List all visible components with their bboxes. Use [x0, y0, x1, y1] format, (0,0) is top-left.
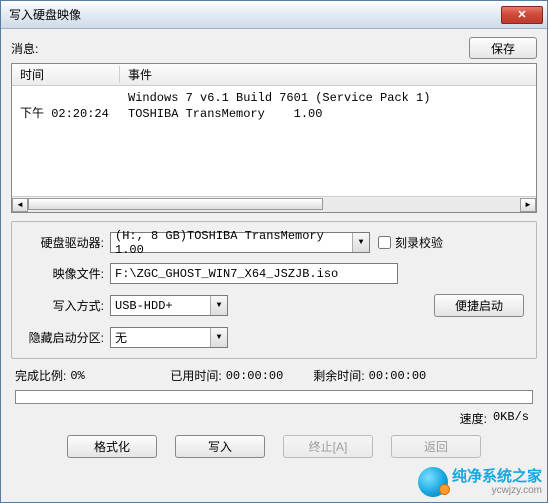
speed-row: 速度: 0KB/s [11, 408, 537, 435]
save-button[interactable]: 保存 [469, 37, 537, 59]
drive-value: (H:, 8 GB)TOSHIBA TransMemory 1.00 [115, 229, 351, 257]
hidden-combo[interactable]: 无 ▼ [110, 327, 228, 348]
log-body: Windows 7 v6.1 Build 7601 (Service Pack … [12, 86, 536, 196]
scroll-thumb[interactable] [28, 198, 323, 210]
image-row: 映像文件: F:\ZGC_GHOST_WIN7_X64_JSZJB.iso [24, 263, 524, 284]
hidden-row: 隐藏启动分区: 无 ▼ [24, 327, 524, 348]
method-combo[interactable]: USB-HDD+ ▼ [110, 295, 228, 316]
speed-value: 0KB/s [493, 410, 529, 427]
close-icon: ✕ [517, 8, 526, 21]
dialog-window: 写入硬盘映像 ✕ 消息: 保存 时间 事件 Windows 7 v6.1 Bui… [0, 0, 548, 503]
horizontal-scrollbar[interactable]: ◄ ► [12, 196, 536, 212]
info-row: 消息: 保存 [11, 37, 537, 59]
percent-value: 0% [70, 369, 140, 383]
method-label: 写入方式: [24, 297, 110, 314]
scroll-left-icon[interactable]: ◄ [12, 198, 28, 212]
progress-bar [15, 390, 533, 404]
col-header-event[interactable]: 事件 [120, 66, 536, 83]
info-label: 消息: [11, 40, 469, 57]
back-button: 返回 [391, 435, 481, 458]
remain-value: 00:00:00 [369, 369, 427, 383]
drive-row: 硬盘驱动器: (H:, 8 GB)TOSHIBA TransMemory 1.0… [24, 232, 524, 253]
abort-button: 终止[A] [283, 435, 373, 458]
verify-checkbox[interactable]: 刻录校验 [378, 234, 464, 251]
log-header: 时间 事件 [12, 64, 536, 86]
format-button[interactable]: 格式化 [67, 435, 157, 458]
image-path-field[interactable]: F:\ZGC_GHOST_WIN7_X64_JSZJB.iso [110, 263, 398, 284]
drive-combo[interactable]: (H:, 8 GB)TOSHIBA TransMemory 1.00 ▼ [110, 232, 370, 253]
method-value: USB-HDD+ [115, 299, 173, 313]
log-event: Windows 7 v6.1 Build 7601 (Service Pack … [120, 90, 536, 106]
verify-label: 刻录校验 [395, 234, 443, 251]
image-value: F:\ZGC_GHOST_WIN7_X64_JSZJB.iso [115, 267, 338, 281]
hidden-label: 隐藏启动分区: [24, 329, 110, 346]
bottom-button-row: 格式化 写入 终止[A] 返回 [11, 435, 537, 462]
scroll-track[interactable] [28, 198, 520, 212]
content-area: 消息: 保存 时间 事件 Windows 7 v6.1 Build 7601 (… [1, 29, 547, 502]
image-label: 映像文件: [24, 265, 110, 282]
drive-label: 硬盘驱动器: [24, 234, 110, 251]
quick-boot-button[interactable]: 便捷启动 [434, 294, 524, 317]
settings-group: 硬盘驱动器: (H:, 8 GB)TOSHIBA TransMemory 1.0… [11, 221, 537, 359]
chevron-down-icon: ▼ [210, 328, 227, 347]
col-header-time[interactable]: 时间 [12, 66, 120, 83]
remain-label: 剩余时间: [313, 367, 364, 384]
scroll-right-icon[interactable]: ► [520, 198, 536, 212]
chevron-down-icon: ▼ [352, 233, 369, 252]
log-row: 下午 02:20:24 TOSHIBA TransMemory 1.00 [12, 106, 536, 122]
elapsed-label: 已用时间: [170, 367, 221, 384]
speed-label: 速度: [460, 410, 487, 427]
log-time: 下午 02:20:24 [12, 106, 120, 122]
log-event: TOSHIBA TransMemory 1.00 [120, 106, 536, 122]
chevron-down-icon: ▼ [210, 296, 227, 315]
log-time [12, 90, 120, 106]
write-button[interactable]: 写入 [175, 435, 265, 458]
stats-row: 完成比例: 0% 已用时间: 00:00:00 剩余时间: 00:00:00 [11, 365, 537, 390]
close-button[interactable]: ✕ [501, 6, 543, 24]
method-row: 写入方式: USB-HDD+ ▼ 便捷启动 [24, 294, 524, 317]
log-row: Windows 7 v6.1 Build 7601 (Service Pack … [12, 90, 536, 106]
titlebar[interactable]: 写入硬盘映像 ✕ [1, 1, 547, 29]
window-title: 写入硬盘映像 [9, 6, 501, 23]
percent-label: 完成比例: [15, 367, 66, 384]
verify-checkbox-input[interactable] [378, 236, 391, 249]
elapsed-value: 00:00:00 [226, 369, 284, 383]
log-box: 时间 事件 Windows 7 v6.1 Build 7601 (Service… [11, 63, 537, 213]
hidden-value: 无 [115, 329, 127, 346]
